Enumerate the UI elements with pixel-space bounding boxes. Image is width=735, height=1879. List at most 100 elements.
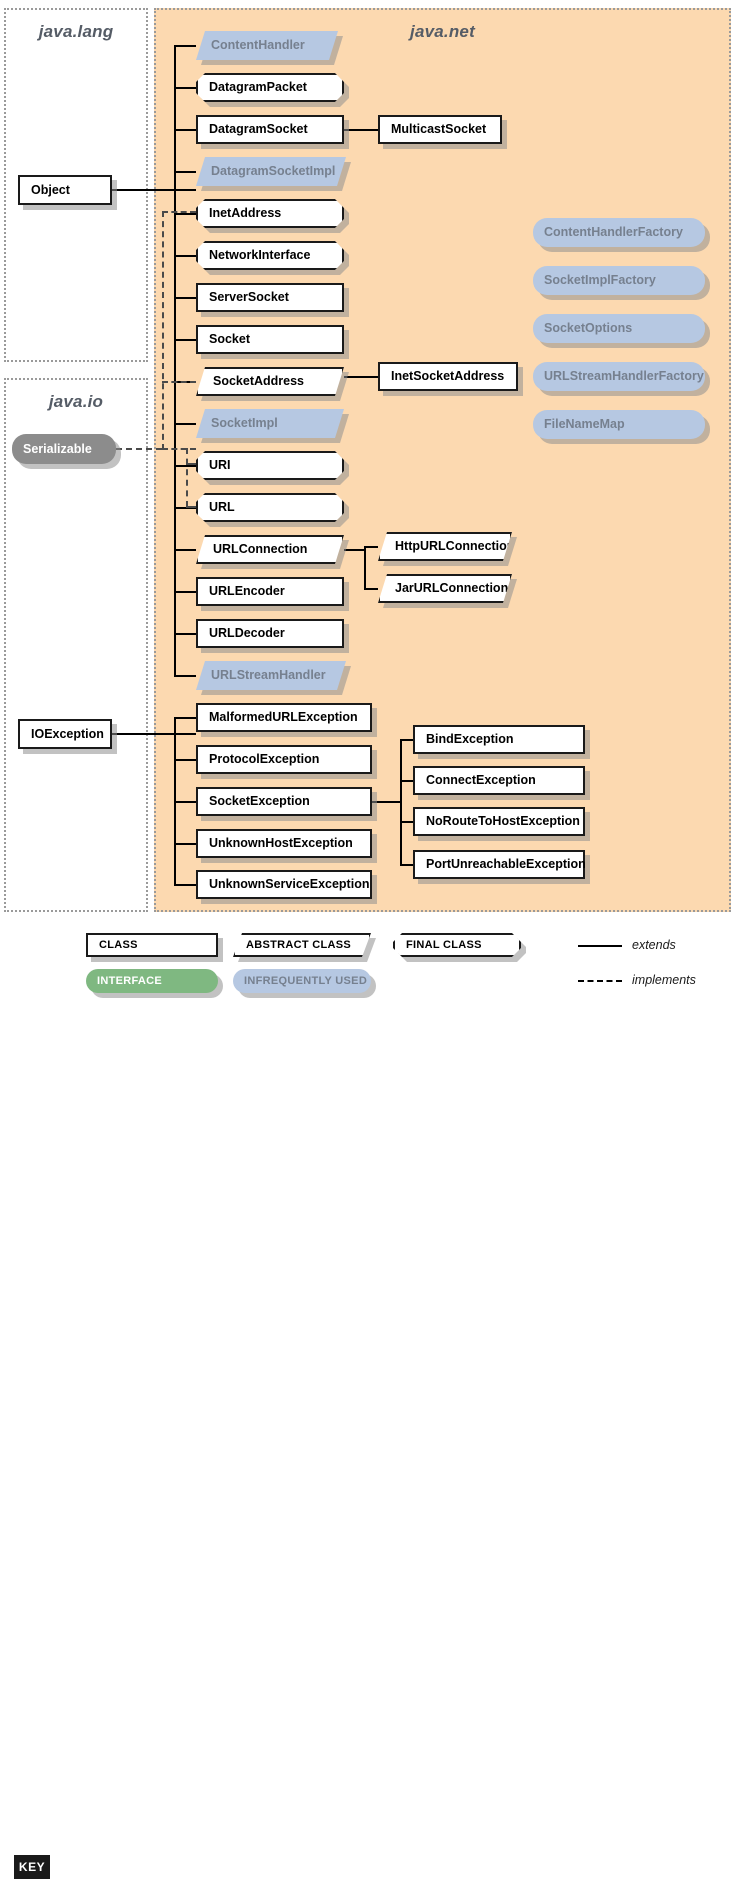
class-node-socketimplfactory[interactable]: SocketImplFactory xyxy=(533,266,705,295)
class-node-networkinterface[interactable]: NetworkInterface xyxy=(196,241,344,270)
node-label: ProtocolException xyxy=(209,752,320,767)
extends-connector xyxy=(174,549,196,551)
extends-connector xyxy=(174,297,196,299)
class-node-object[interactable]: Object xyxy=(18,175,112,205)
extends-connector xyxy=(174,633,196,635)
class-node-httpurlconnection[interactable]: HttpURLConnection xyxy=(378,532,512,561)
class-node-datagramsocket[interactable]: DatagramSocket xyxy=(196,115,344,144)
class-node-socketoptions[interactable]: SocketOptions xyxy=(533,314,705,343)
class-node-bindexception[interactable]: BindException xyxy=(413,725,585,754)
extends-connector xyxy=(364,546,366,588)
class-diagram-canvas: java.lang java.io java.net Object Serializab… xyxy=(0,0,735,1000)
class-node-portunreachableexception[interactable]: PortUnreachableException xyxy=(413,850,586,879)
extends-connector xyxy=(112,733,196,735)
key-item-key-final[interactable]: FINAL CLASS xyxy=(393,933,521,957)
node-label: URLEncoder xyxy=(209,584,285,599)
node-label: IOException xyxy=(31,726,104,741)
node-label: ContentHandlerFactory xyxy=(544,225,683,240)
class-node-noroutetohostexception[interactable]: NoRouteToHostException xyxy=(413,807,585,836)
class-node-urlstreamhandler[interactable]: URLStreamHandler xyxy=(196,661,346,690)
node-label: MulticastSocket xyxy=(391,122,487,137)
class-node-unknownserviceexception[interactable]: UnknownServiceException xyxy=(196,870,372,899)
class-node-inetsocketaddress[interactable]: InetSocketAddress xyxy=(378,362,518,391)
class-node-urlconnection[interactable]: URLConnection xyxy=(196,535,344,564)
extends-connector xyxy=(344,549,366,551)
class-node-urlencoder[interactable]: URLEncoder xyxy=(196,577,344,606)
key-implements-line-icon xyxy=(578,980,622,982)
node-label: NetworkInterface xyxy=(209,248,311,263)
extends-connector xyxy=(174,423,196,425)
key-extends-line-icon xyxy=(578,945,622,947)
extends-connector xyxy=(112,189,196,191)
extends-connector xyxy=(174,801,196,803)
node-label: CLASS xyxy=(99,939,138,951)
extends-connector xyxy=(400,780,413,782)
node-label: UnknownHostException xyxy=(209,836,353,851)
diagram-key: KEY CLASS ABSTRACT CLASS FINAL CLASS INTERFA… xyxy=(0,922,735,1879)
extends-connector xyxy=(174,45,196,47)
implements-connector xyxy=(162,448,196,450)
node-label: InetAddress xyxy=(209,206,282,221)
extends-connector xyxy=(174,884,196,886)
node-label: DatagramSocketImpl xyxy=(211,164,336,179)
implements-connector xyxy=(186,506,196,508)
extends-connector xyxy=(364,588,378,590)
node-label: ABSTRACT CLASS xyxy=(246,939,352,951)
key-item-key-abstract[interactable]: ABSTRACT CLASS xyxy=(233,933,371,957)
node-label: SocketImpl xyxy=(211,416,278,431)
class-node-malformedurlexception[interactable]: MalformedURLException xyxy=(196,703,372,732)
class-node-multicastsocket[interactable]: MulticastSocket xyxy=(378,115,502,144)
class-node-socketimpl[interactable]: SocketImpl xyxy=(196,409,344,438)
node-label: ServerSocket xyxy=(209,290,289,305)
key-item-key-class[interactable]: CLASS xyxy=(86,933,218,957)
extends-connector xyxy=(400,739,402,865)
extends-connector xyxy=(174,717,196,719)
node-label: Socket xyxy=(209,332,250,347)
node-label: PortUnreachableException xyxy=(426,857,586,872)
class-node-connectexception[interactable]: ConnectException xyxy=(413,766,585,795)
class-node-contenthandler[interactable]: ContentHandler xyxy=(196,31,338,60)
class-node-urldecoder[interactable]: URLDecoder xyxy=(196,619,344,648)
extends-connector xyxy=(174,45,176,676)
extends-connector xyxy=(344,376,378,378)
node-label: URLDecoder xyxy=(209,626,285,641)
class-node-serversocket[interactable]: ServerSocket xyxy=(196,283,344,312)
class-node-socketexception[interactable]: SocketException xyxy=(196,787,372,816)
class-node-serializable[interactable]: Serializable xyxy=(12,434,116,464)
class-node-ioexception[interactable]: IOException xyxy=(18,719,112,749)
class-node-datagrampacket[interactable]: DatagramPacket xyxy=(196,73,344,102)
class-node-unknownhostexception[interactable]: UnknownHostException xyxy=(196,829,372,858)
class-node-contenthandlerfactory[interactable]: ContentHandlerFactory xyxy=(533,218,705,247)
class-node-filenamemap[interactable]: FileNameMap xyxy=(533,410,705,439)
node-label: INFREQUENTLY USED xyxy=(244,975,368,987)
class-node-socketaddress[interactable]: SocketAddress xyxy=(196,367,344,396)
class-node-protocolexception[interactable]: ProtocolException xyxy=(196,745,372,774)
extends-connector xyxy=(174,675,196,677)
extends-connector xyxy=(174,171,196,173)
class-node-urlstreamhandlerfactory[interactable]: URLStreamHandlerFactory xyxy=(533,362,705,391)
node-label: BindException xyxy=(426,732,514,747)
class-node-datagramsocketimpl[interactable]: DatagramSocketImpl xyxy=(196,157,346,186)
node-label: URLConnection xyxy=(213,542,308,557)
class-node-jarurlconnection[interactable]: JarURLConnection xyxy=(378,574,512,603)
extends-connector xyxy=(174,465,196,467)
key-item-key-infrequent[interactable]: INFREQUENTLY USED xyxy=(233,969,371,993)
node-label: UnknownServiceException xyxy=(209,877,370,892)
key-badge: KEY xyxy=(14,1855,50,1879)
key-item-key-interface[interactable]: INTERFACE xyxy=(86,969,218,993)
class-node-url[interactable]: URL xyxy=(196,493,344,522)
class-node-uri[interactable]: URI xyxy=(196,451,344,480)
extends-connector xyxy=(174,339,196,341)
class-node-socket[interactable]: Socket xyxy=(196,325,344,354)
node-label: URL xyxy=(209,500,235,515)
implements-connector xyxy=(162,211,164,450)
class-node-inetaddress[interactable]: InetAddress xyxy=(196,199,344,228)
node-label: Object xyxy=(31,182,70,197)
node-label: NoRouteToHostException xyxy=(426,814,580,829)
node-label: URI xyxy=(209,458,231,473)
node-label: URLStreamHandlerFactory xyxy=(544,369,704,384)
implements-connector xyxy=(186,448,188,507)
node-label: Serializable xyxy=(23,441,92,456)
extends-connector xyxy=(174,759,196,761)
node-label: JarURLConnection xyxy=(395,581,509,596)
